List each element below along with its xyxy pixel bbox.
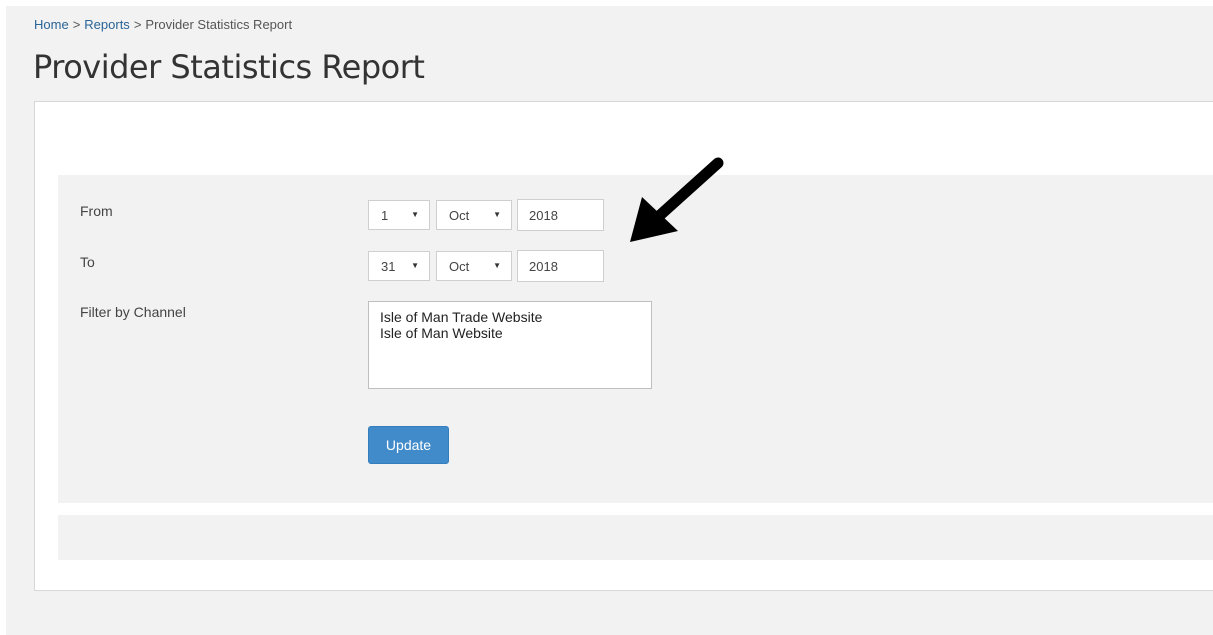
from-label: From bbox=[80, 203, 113, 219]
from-month-select[interactable]: Oct ▼ bbox=[436, 200, 512, 230]
update-button[interactable]: Update bbox=[368, 426, 449, 464]
chevron-down-icon: ▼ bbox=[411, 261, 419, 270]
to-label: To bbox=[80, 254, 95, 270]
to-year-input[interactable]: 2018 bbox=[517, 250, 604, 282]
arrow-down-left-icon bbox=[630, 157, 724, 242]
from-year-value: 2018 bbox=[529, 207, 558, 223]
to-day-value: 31 bbox=[381, 258, 396, 274]
channel-listbox[interactable]: Isle of Man Trade Website Isle of Man We… bbox=[368, 301, 652, 389]
results-area bbox=[58, 515, 1213, 560]
from-year-input[interactable]: 2018 bbox=[517, 199, 604, 231]
chevron-down-icon: ▼ bbox=[411, 210, 419, 219]
to-month-select[interactable]: Oct ▼ bbox=[436, 251, 512, 281]
from-month-value: Oct bbox=[449, 207, 470, 223]
breadcrumb-separator: > bbox=[133, 17, 142, 32]
breadcrumb: Home > Reports > Provider Statistics Report bbox=[34, 17, 292, 32]
breadcrumb-current: Provider Statistics Report bbox=[145, 17, 293, 32]
to-year-value: 2018 bbox=[529, 258, 558, 274]
chevron-down-icon: ▼ bbox=[493, 210, 501, 219]
channel-option[interactable]: Isle of Man Trade Website bbox=[380, 309, 651, 325]
from-day-value: 1 bbox=[381, 207, 389, 223]
breadcrumb-home-link[interactable]: Home bbox=[34, 17, 69, 32]
breadcrumb-separator: > bbox=[72, 17, 81, 32]
breadcrumb-reports-link[interactable]: Reports bbox=[84, 17, 130, 32]
to-month-value: Oct bbox=[449, 258, 470, 274]
channel-option[interactable]: Isle of Man Website bbox=[380, 325, 651, 341]
to-day-select[interactable]: 31 ▼ bbox=[368, 251, 430, 281]
page-title: Provider Statistics Report bbox=[33, 48, 425, 86]
channel-filter-label: Filter by Channel bbox=[80, 304, 186, 320]
chevron-down-icon: ▼ bbox=[493, 261, 501, 270]
from-day-select[interactable]: 1 ▼ bbox=[368, 200, 430, 230]
